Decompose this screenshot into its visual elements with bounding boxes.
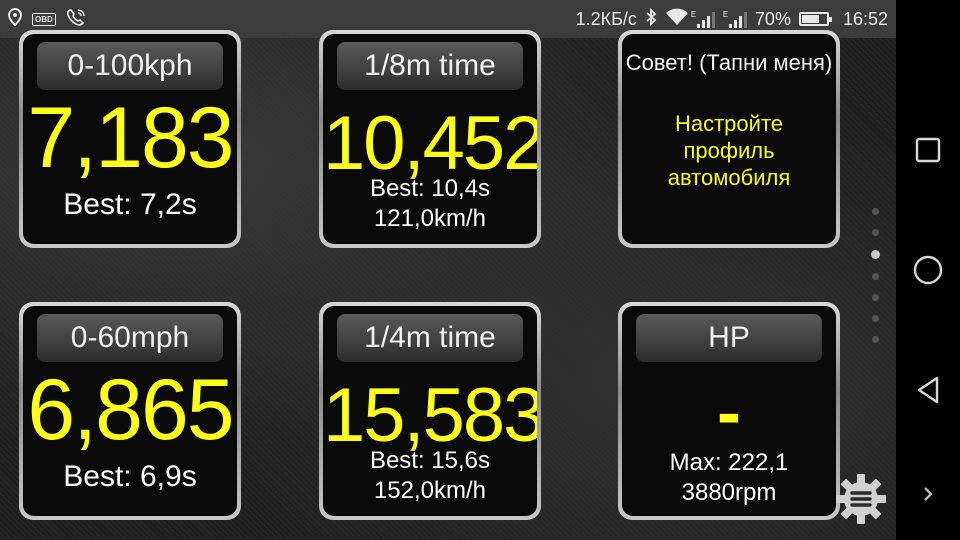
page-dot[interactable] (871, 336, 879, 343)
page-dot[interactable] (870, 250, 880, 259)
tile-best: Best: 10,4s 121,0km/h (323, 174, 537, 234)
max-rpm: 3880rpm (681, 479, 777, 506)
tile-value: - (717, 373, 741, 453)
signal-icon-1: E (691, 10, 715, 28)
best-speed: 121,0km/h (373, 205, 487, 232)
network-speed: 1.2КБ/с (575, 8, 637, 29)
clock: 16:52 (842, 8, 888, 29)
tile-header: 0-60mph (37, 314, 223, 362)
battery-icon (798, 12, 832, 26)
tile-hp[interactable]: HP - Max: 222,1 3880rpm (618, 302, 840, 520)
advice-title: Совет! (Тапни меня) (625, 50, 833, 75)
max-hp: Max: 222,1 (669, 449, 789, 476)
tile-header: 0-100kph (37, 42, 223, 90)
app-screen: OBD 1.2КБ/с E E 70% 16:52 0-100kph 7,183… (0, 0, 896, 540)
tile-advice[interactable]: Совет! (Тапни меня) Настройте профиль ав… (618, 30, 840, 248)
tile-value: 6,865 (27, 362, 234, 458)
page-dot[interactable] (871, 208, 879, 215)
page-dot[interactable] (871, 315, 879, 322)
tile-header: HP (636, 314, 822, 362)
advice-text: Настройте профиль автомобиля (638, 110, 820, 191)
obd-icon: OBD (32, 12, 56, 26)
page-dot[interactable] (871, 229, 879, 236)
tile-1-4m-time[interactable]: 1/4m time 15,583 Best: 15,6s 152,0km/h (319, 302, 541, 520)
tile-header: 1/8m time (337, 42, 523, 90)
chevron-right-icon[interactable] (910, 476, 946, 512)
tile-best: Best: 7,2s (63, 188, 197, 221)
best-speed: 152,0km/h (373, 477, 487, 504)
page-dot[interactable] (871, 294, 879, 301)
recent-apps-icon[interactable] (910, 132, 946, 168)
page-dot[interactable] (871, 273, 879, 280)
wifi-call-icon (66, 8, 86, 31)
navigation-bar (896, 0, 960, 540)
tile-0-60mph[interactable]: 0-60mph 6,865 Best: 6,9s (19, 302, 241, 520)
best-time: Best: 15,6s (369, 447, 491, 474)
tile-best: Best: 15,6s 152,0km/h (323, 446, 537, 506)
tile-value: 7,183 (27, 90, 234, 186)
tile-best: Best: 6,9s (63, 460, 197, 493)
advice-line: Настройте (674, 111, 784, 136)
best-time: Best: 10,4s (369, 175, 491, 202)
advice-line: профиль (683, 138, 775, 163)
tile-1-8m-time[interactable]: 1/8m time 10,452 Best: 10,4s 121,0km/h (319, 30, 541, 248)
settings-gear-icon[interactable] (834, 472, 888, 526)
tile-header: 1/4m time (337, 314, 523, 362)
advice-line: автомобиля (667, 165, 791, 190)
location-icon (7, 7, 23, 31)
tile-0-100kph[interactable]: 0-100kph 7,183 Best: 7,2s (19, 30, 241, 248)
wifi-icon (665, 8, 689, 31)
back-icon[interactable] (910, 372, 946, 408)
bluetooth-icon (645, 7, 657, 31)
home-icon[interactable] (910, 252, 946, 288)
signal-icon-2: E (723, 10, 747, 28)
tile-max: Max: 222,1 3880rpm (622, 448, 836, 508)
battery-percent: 70% (754, 8, 791, 29)
page-indicator (870, 208, 880, 343)
